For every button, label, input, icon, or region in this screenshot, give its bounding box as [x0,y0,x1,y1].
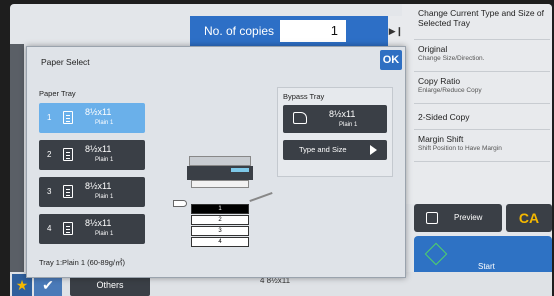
machine-tray-1: 1 [191,204,249,214]
bypass-tray-button[interactable]: 8½x11 Plain 1 [283,105,387,133]
bypass-size: 8½x11 [329,109,356,119]
tray-size: 8½x11 [85,107,112,117]
menu-item-title: Original [418,44,448,54]
tray-type: Plain 1 [95,194,114,200]
bypass-tray-indicator [173,200,187,207]
paper-tray-icon [63,111,73,124]
tray-button-4[interactable]: 4 8½x11 Plain 1 [39,214,145,244]
tray-status-text: Tray 1:Plain 1 (60-89g/㎡) [39,258,126,267]
tray-size: 8½x11 [85,218,112,228]
tray-number: 2 [47,150,52,159]
type-and-size-button[interactable]: Type and Size [283,140,387,160]
clear-all-button[interactable]: CA [506,204,552,232]
menu-item-change-type-size[interactable]: Change Current Type and Size of Selected… [414,6,550,40]
dialog-title: Paper Select [41,57,90,67]
arrow-right-icon [370,145,377,155]
menu-item-title: 2-Sided Copy [418,112,470,122]
tray-number: 4 [47,224,52,233]
machine-tray-2: 2 [191,215,249,225]
paper-tray-icon [63,222,73,235]
menu-item-title: Change Current Type and Size of Selected… [418,8,545,28]
document-feeder [189,156,251,166]
menu-item-title: Copy Ratio [418,76,461,86]
output-tray [191,180,249,188]
menu-item-subtitle: Shift Position to Have Margin [418,145,502,152]
menu-item-copy-ratio[interactable]: Copy Ratio Enlarge/Reduce Copy [414,74,550,104]
menu-item-title: Margin Shift [418,134,464,144]
bypass-feed-line [249,191,273,203]
control-panel [231,168,249,172]
paper-tray-icon [63,148,73,161]
paper-select-dialog: Paper Select OK Paper Tray 1 8½x11 Plain… [26,46,406,278]
machine-tray-4: 4 [191,237,249,247]
copies-input[interactable]: 1 [280,20,346,42]
bypass-tray-header: Bypass Tray [283,92,325,101]
preview-button[interactable]: Preview [414,204,502,232]
tray-size: 8½x11 [85,144,112,154]
ok-button[interactable]: OK [380,50,402,70]
copier-illustration: 1 2 3 4 [173,152,273,262]
device-frame: No. of copies 1 ▶❙ Change Current Type a… [0,0,554,296]
start-label: Start [478,262,495,271]
menu-item-subtitle: Enlarge/Reduce Copy [418,87,482,94]
tray-button-2[interactable]: 2 8½x11 Plain 1 [39,140,145,170]
bypass-type: Plain 1 [339,122,358,128]
tray-type: Plain 1 [95,120,114,126]
left-edge-strip [10,44,24,274]
type-and-size-label: Type and Size [299,145,347,154]
tray-type: Plain 1 [95,157,114,163]
menu-item-margin-shift[interactable]: Margin Shift Shift Position to Have Marg… [414,132,550,162]
tray-button-3[interactable]: 3 8½x11 Plain 1 [39,177,145,207]
preview-label: Preview [454,213,483,222]
start-icon [424,242,448,266]
bypass-tray-icon [293,112,307,124]
menu-item-subtitle: Change Size/Direction. [418,55,485,62]
tray-type: Plain 1 [95,231,114,237]
tray-number: 1 [47,113,52,122]
paper-tray-icon [63,185,73,198]
preview-icon [426,212,438,224]
tray-button-1[interactable]: 1 8½x11 Plain 1 [39,103,145,133]
copies-label: No. of copies [204,24,275,38]
menu-item-original[interactable]: Original Change Size/Direction. [414,42,550,72]
paper-tray-header: Paper Tray [39,89,76,98]
copies-bar: No. of copies 1 [190,16,390,46]
machine-tray-3: 3 [191,226,249,236]
menu-item-2-sided-copy[interactable]: 2-Sided Copy [414,106,550,130]
tray-number: 3 [47,187,52,196]
touch-screen: No. of copies 1 ▶❙ Change Current Type a… [10,4,552,296]
tray-size: 8½x11 [85,181,112,191]
